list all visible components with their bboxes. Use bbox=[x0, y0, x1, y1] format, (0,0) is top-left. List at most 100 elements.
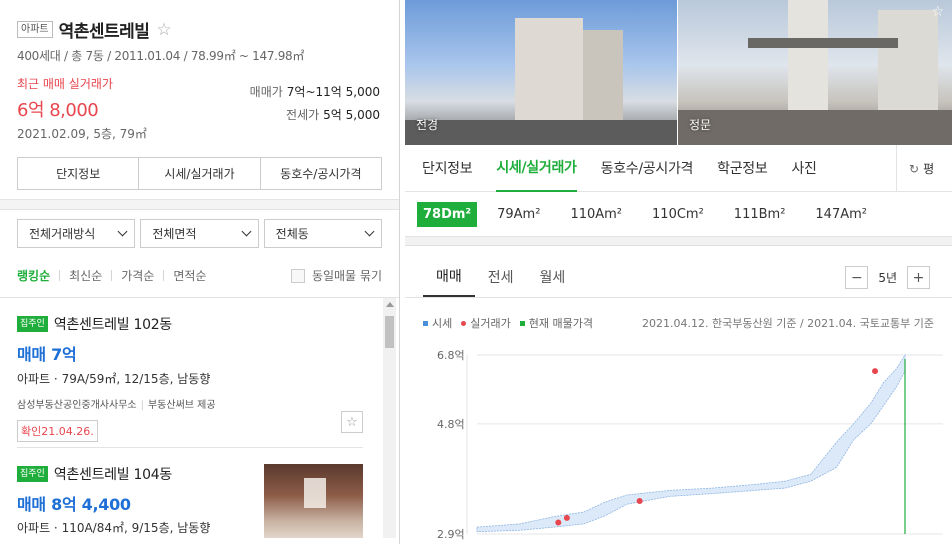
sort-ranking[interactable]: 랭킹순 bbox=[17, 267, 50, 284]
area-type-tab[interactable]: 79Am² bbox=[493, 202, 544, 227]
complex-summary-panel: 아파트 역촌센트레빌 ☆ 400세대 / 총 7동 / 2011.01.04 /… bbox=[0, 0, 400, 544]
jeonse-range-value: 5억 5,000 bbox=[323, 108, 380, 122]
owner-badge: 집주인 bbox=[17, 316, 48, 332]
trade-type-tabs: 매매 전세 월세 − 5년 + bbox=[405, 246, 952, 298]
tab-market-price[interactable]: 시세/실거래가 bbox=[139, 158, 261, 189]
favorite-star-icon[interactable]: ☆ bbox=[341, 411, 363, 433]
building-shape bbox=[788, 0, 828, 110]
sort-latest[interactable]: 최신순 bbox=[69, 267, 102, 284]
tab-school[interactable]: 학군정보 bbox=[717, 145, 768, 192]
sort-price[interactable]: 가격순 bbox=[121, 267, 154, 284]
area-type-tab[interactable]: 110Cm² bbox=[648, 202, 708, 227]
listing-title: 집주인 역촌센트레빌 102동 bbox=[17, 314, 363, 334]
trade-type-select[interactable]: 전체거래방식 bbox=[17, 219, 136, 248]
section-divider bbox=[0, 200, 399, 210]
photo-exterior[interactable]: 전경 bbox=[405, 0, 677, 145]
period-plus-button[interactable]: + bbox=[907, 266, 930, 289]
building-value: 전체동 bbox=[275, 227, 309, 241]
complex-title-row: 아파트 역촌센트레빌 ☆ bbox=[17, 0, 382, 42]
trade-type-value: 전체거래방식 bbox=[29, 227, 96, 241]
unit-toggle-button[interactable]: ↻ 평 bbox=[896, 145, 952, 192]
jeonse-range-label: 전세가 bbox=[286, 108, 320, 122]
price-chart-card: 매매 전세 월세 − 5년 + 시세 실거래가 현재 매물가격 2021.04.… bbox=[405, 245, 952, 544]
sale-range-label: 매매가 bbox=[249, 85, 283, 99]
same-listing-checkbox[interactable] bbox=[290, 268, 305, 283]
divider bbox=[163, 270, 165, 281]
area-value: 전체면적 bbox=[152, 227, 197, 241]
listing-photo-window bbox=[304, 478, 326, 508]
photo-strip: 전경 정문 ☆ bbox=[405, 0, 952, 145]
owner-badge: 집주인 bbox=[17, 466, 48, 482]
price-chart[interactable]: 6.8억 4.8억 2.9억 bbox=[405, 341, 952, 544]
tab-market-price[interactable]: 시세/실거래가 bbox=[496, 145, 577, 192]
transaction-point bbox=[563, 514, 570, 521]
listing-list: 집주인 역촌센트레빌 102동 매매 7억 아파트 · 79A/59㎡, 12/… bbox=[0, 298, 399, 538]
divider bbox=[59, 270, 61, 281]
tab-monthly-rent[interactable]: 월세 bbox=[527, 257, 579, 297]
jeonse-range: 전세가 5억 5,000 bbox=[286, 106, 380, 123]
listing-agent: 삼성부동산공인중개사사무소 | 부동산써브 제공 bbox=[17, 396, 363, 411]
same-listing-toggle[interactable]: 동일매물 묶기 bbox=[290, 267, 382, 284]
star-outline-icon[interactable]: ☆ bbox=[156, 20, 171, 40]
legend-label: 현재 매물가격 bbox=[528, 317, 593, 330]
area-type-tabs: 78Dm² 79Am² 110Am² 110Cm² 111Bm² 147Am² bbox=[405, 192, 952, 237]
building-select[interactable]: 전체동 bbox=[263, 219, 382, 248]
chevron-down-icon bbox=[117, 226, 128, 237]
period-stepper: − 5년 + bbox=[845, 266, 930, 289]
legend-item-market: 시세 bbox=[423, 315, 452, 331]
chart-source: 2021.04.12. 한국부동산원 기준 / 2021.04. 국토교통부 기… bbox=[642, 317, 934, 330]
listing-photo[interactable] bbox=[264, 464, 363, 538]
gate-shape bbox=[748, 38, 898, 48]
tab-unit-price[interactable]: 동호수/공시가격 bbox=[601, 145, 694, 192]
area-select[interactable]: 전체면적 bbox=[140, 219, 259, 248]
chevron-down-icon bbox=[241, 226, 252, 237]
listing-price: 매매 7억 bbox=[17, 345, 77, 364]
area-type-tab[interactable]: 147Am² bbox=[811, 202, 871, 227]
divider bbox=[111, 270, 113, 281]
building-shape bbox=[515, 18, 583, 133]
period-minus-button[interactable]: − bbox=[845, 266, 869, 289]
y-tick-label: 4.8억 bbox=[437, 418, 465, 431]
tab-sale[interactable]: 매매 bbox=[423, 257, 475, 297]
legend-item-listing: 현재 매물가격 bbox=[519, 315, 593, 331]
listing-name: 역촌센트레빌 102동 bbox=[53, 317, 172, 333]
transaction-point bbox=[872, 368, 879, 375]
photo-caption: 정문 bbox=[689, 118, 712, 132]
tab-complex-info[interactable]: 단지정보 bbox=[422, 145, 473, 192]
sale-range: 매매가 7억~11억 5,000 bbox=[250, 83, 380, 100]
photo-gate[interactable]: 정문 ☆ bbox=[677, 0, 952, 145]
area-type-tab[interactable]: 78Dm² bbox=[417, 201, 478, 227]
scrollbar[interactable] bbox=[383, 298, 396, 538]
road-shape bbox=[678, 110, 952, 145]
sale-range-value: 7억~11억 5,000 bbox=[286, 85, 380, 99]
list-item[interactable]: 집주인 역촌센트레빌 102동 매매 7억 아파트 · 79A/59㎡, 12/… bbox=[17, 298, 363, 448]
scroll-up-arrow-icon[interactable] bbox=[386, 302, 394, 307]
sort-area[interactable]: 면적순 bbox=[173, 267, 206, 284]
transaction-point bbox=[555, 519, 562, 526]
complex-info: 아파트 역촌센트레빌 ☆ 400세대 / 총 7동 / 2011.01.04 /… bbox=[0, 0, 399, 200]
complex-tabs: 단지정보 시세/실거래가 동호수/공시가격 bbox=[17, 157, 382, 190]
area-type-tab[interactable]: 111Bm² bbox=[730, 202, 790, 227]
legend-swatch bbox=[461, 320, 467, 326]
tab-photos[interactable]: 사진 bbox=[791, 145, 816, 192]
period-value: 5년 bbox=[878, 271, 897, 285]
market-price-band bbox=[476, 353, 906, 533]
detail-tabs: 단지정보 시세/실거래가 동호수/공시가격 학군정보 사진 ↻ 평 bbox=[405, 145, 952, 192]
provider: 부동산써브 제공 bbox=[147, 400, 216, 411]
complex-meta: 400세대 / 총 7동 / 2011.01.04 / 78.99㎡ ~ 147… bbox=[17, 49, 305, 63]
star-outline-icon[interactable]: ☆ bbox=[931, 4, 944, 20]
sort-bar: 랭킹순 최신순 가격순 면적순 동일매물 묶기 bbox=[0, 254, 399, 298]
tab-complex-info[interactable]: 단지정보 bbox=[18, 158, 140, 189]
legend-label: 시세 bbox=[432, 317, 453, 330]
area-type-tab[interactable]: 110Am² bbox=[566, 202, 626, 227]
list-item[interactable]: 집주인 역촌센트레빌 104동 매매 8억 4,400 아파트 · 110A/8… bbox=[17, 448, 363, 538]
legend-swatch bbox=[519, 320, 525, 326]
divider: | bbox=[140, 400, 144, 411]
tab-unit-price[interactable]: 동호수/공시가격 bbox=[261, 158, 381, 189]
scrollbar-thumb[interactable] bbox=[385, 316, 394, 348]
refresh-icon: ↻ bbox=[909, 161, 920, 176]
type-badge: 아파트 bbox=[17, 21, 53, 38]
chevron-down-icon bbox=[364, 226, 375, 237]
legend-swatch bbox=[423, 320, 428, 326]
tab-jeonse[interactable]: 전세 bbox=[475, 257, 527, 297]
